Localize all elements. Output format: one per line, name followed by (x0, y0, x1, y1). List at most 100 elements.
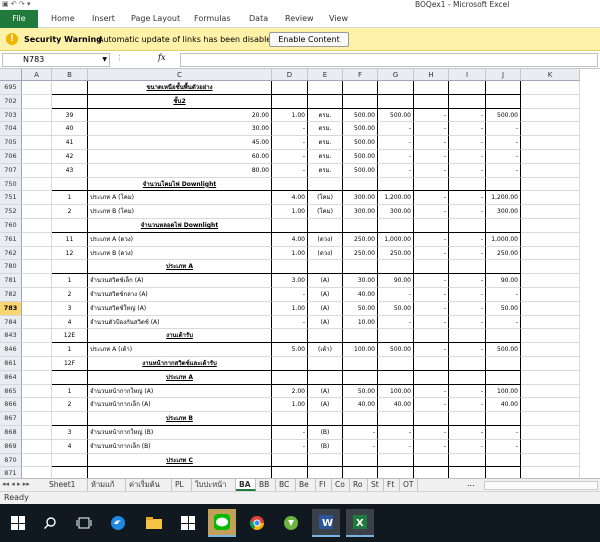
cell-b-784[interactable]: 4 (52, 315, 88, 330)
cell-f-869[interactable]: - (343, 439, 378, 454)
cell-d-846[interactable]: 5.00 (272, 343, 308, 357)
cell-h-706[interactable]: - (414, 150, 449, 164)
cell-i-750[interactable] (449, 177, 486, 192)
cell-c-868[interactable]: จำนวนหน้ากากใหญ่ (B) (88, 426, 272, 440)
cell-h-704[interactable]: - (414, 122, 449, 137)
cell-c-762[interactable]: ประเภท B (ดวง) (88, 246, 272, 261)
cell-j-705[interactable]: - (486, 136, 521, 150)
cell-g-780[interactable] (378, 260, 414, 275)
cell-a-706[interactable] (22, 150, 52, 164)
cell-k-762[interactable] (521, 246, 580, 261)
quick-access-toolbar[interactable]: ▣ ↶ ↷ ▾ (2, 0, 31, 8)
cell-e-752[interactable]: (โคม) (308, 205, 343, 219)
cell-a-707[interactable] (22, 163, 52, 178)
cell-j-704[interactable]: - (486, 122, 521, 137)
cell-k-784[interactable] (521, 315, 580, 330)
cell-g-782[interactable]: - (378, 288, 414, 302)
cell-f-870[interactable] (343, 453, 378, 468)
cell-j-695[interactable] (486, 81, 521, 95)
cell-h-846[interactable]: - (414, 343, 449, 357)
cell-i-843[interactable] (449, 329, 486, 344)
cell-j-760[interactable] (486, 219, 521, 233)
cell-k-867[interactable] (521, 412, 580, 426)
cell-h-705[interactable]: - (414, 136, 449, 150)
cell-a-750[interactable] (22, 177, 52, 192)
cell-k-703[interactable] (521, 108, 580, 123)
cell-k-781[interactable] (521, 274, 580, 288)
cell-i-760[interactable] (449, 219, 486, 233)
cell-b-869[interactable]: 4 (52, 439, 88, 454)
cell-a-751[interactable] (22, 191, 52, 206)
cell-i-761[interactable]: - (449, 232, 486, 247)
row-header[interactable]: 707 (0, 163, 22, 178)
row-header[interactable]: 761 (0, 232, 22, 247)
cell-i-762[interactable]: - (449, 246, 486, 261)
cell-e-861[interactable] (308, 357, 343, 371)
row-header[interactable]: 870 (0, 453, 22, 468)
cell-g-781[interactable]: 90.00 (378, 274, 414, 288)
cell-i-869[interactable]: - (449, 439, 486, 454)
cell-f-864[interactable] (343, 370, 378, 385)
cell-i-870[interactable] (449, 453, 486, 468)
cell-g-702[interactable] (378, 94, 414, 109)
cell-g-864[interactable] (378, 370, 414, 385)
tab-insert[interactable]: Insert (92, 10, 115, 28)
cell-j-784[interactable]: - (486, 315, 521, 330)
cell-f-703[interactable]: 500.00 (343, 108, 378, 123)
cell-k-706[interactable] (521, 150, 580, 164)
cell-b-866[interactable]: 2 (52, 398, 88, 413)
cell-c-864[interactable]: ประเภท A (88, 370, 272, 385)
cell-b-760[interactable] (52, 219, 88, 233)
cell-c-780[interactable]: ประเภท A (88, 260, 272, 275)
cell-c-706[interactable]: 60.00 (88, 150, 272, 164)
cell-a-867[interactable] (22, 412, 52, 426)
cell-e-760[interactable] (308, 219, 343, 233)
cell-k-702[interactable] (521, 94, 580, 109)
cell-g-752[interactable]: 300.00 (378, 205, 414, 219)
cell-k-871[interactable] (521, 467, 580, 478)
row-header[interactable]: 866 (0, 398, 22, 413)
cell-c-782[interactable]: จำนวนสวิตช์กลาง (A) (88, 288, 272, 302)
cell-f-865[interactable]: 50.00 (343, 384, 378, 399)
cell-d-760[interactable] (272, 219, 308, 233)
cell-c-784[interactable]: จำนวนตัวป้องกันสวิตช์ (A) (88, 315, 272, 330)
horizontal-scrollbar[interactable] (484, 481, 598, 490)
cell-d-781[interactable]: 3.00 (272, 274, 308, 288)
cell-g-784[interactable]: - (378, 315, 414, 330)
sheet-tab-2[interactable]: ค่าเริ่มต้น (126, 479, 172, 491)
name-box[interactable]: N783 ▼ (2, 53, 110, 67)
cell-a-752[interactable] (22, 205, 52, 219)
tab-data[interactable]: Data (249, 10, 268, 28)
column-header-k[interactable]: K (521, 69, 580, 81)
cell-h-752[interactable]: - (414, 205, 449, 219)
cell-e-780[interactable] (308, 260, 343, 275)
cell-d-752[interactable]: 1.00 (272, 205, 308, 219)
cell-k-750[interactable] (521, 177, 580, 192)
cell-b-703[interactable]: 39 (52, 108, 88, 123)
cell-g-750[interactable] (378, 177, 414, 192)
sheet-tab-3[interactable]: PL (172, 479, 192, 491)
cell-g-868[interactable]: - (378, 426, 414, 440)
cell-j-868[interactable]: - (486, 426, 521, 440)
cell-a-781[interactable] (22, 274, 52, 288)
cell-a-704[interactable] (22, 122, 52, 137)
cell-e-751[interactable]: (โคม) (308, 191, 343, 206)
cell-e-867[interactable] (308, 412, 343, 426)
cell-d-868[interactable]: - (272, 426, 308, 440)
excel-icon[interactable]: X (346, 509, 374, 537)
cell-j-871[interactable] (486, 467, 521, 478)
cell-g-869[interactable]: - (378, 439, 414, 454)
cell-e-695[interactable] (308, 81, 343, 95)
cell-b-867[interactable] (52, 412, 88, 426)
windows-start-icon[interactable] (4, 509, 32, 537)
cell-f-867[interactable] (343, 412, 378, 426)
tab-home[interactable]: Home (51, 10, 75, 28)
cell-h-760[interactable] (414, 219, 449, 233)
cell-j-762[interactable]: 250.00 (486, 246, 521, 261)
row-header[interactable]: 867 (0, 412, 22, 426)
row-header[interactable]: 861 (0, 357, 22, 371)
cell-a-784[interactable] (22, 315, 52, 330)
cell-b-868[interactable]: 3 (52, 426, 88, 440)
row-header[interactable]: 868 (0, 426, 22, 440)
cell-c-871[interactable] (88, 467, 272, 478)
